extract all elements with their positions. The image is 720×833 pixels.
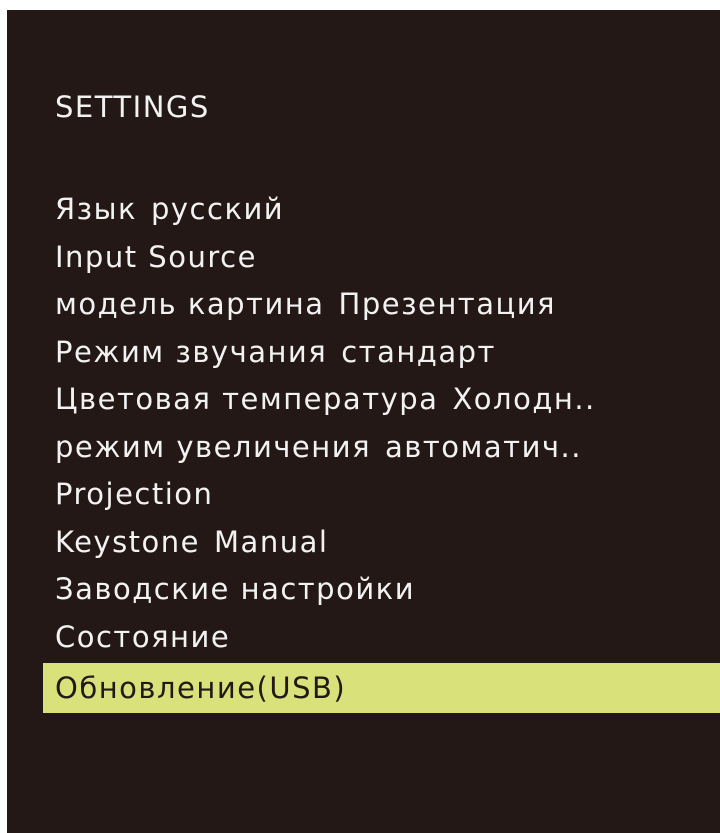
- menu-item-input-source[interactable]: Input Source: [43, 234, 720, 282]
- menu-item-projection[interactable]: Projection: [43, 471, 720, 519]
- menu-item-label: Режим звучания: [55, 334, 328, 369]
- menu-item-label: Заводские настройки: [55, 572, 416, 606]
- menu-item-label: Projection: [55, 477, 214, 511]
- menu-item-value: Manual: [214, 524, 329, 559]
- menu-item-color-temperature[interactable]: Цветовая температура Холодн..: [43, 376, 720, 424]
- menu-item-factory-reset[interactable]: Заводские настройки: [43, 566, 720, 614]
- menu-item-label: модель картина: [55, 287, 325, 321]
- menu-item-label: Состояние: [55, 619, 231, 654]
- menu-item-value: русский: [150, 192, 285, 226]
- menu-item-picture-mode[interactable]: модель картина Презентация: [43, 281, 720, 329]
- menu-title: SETTINGS: [55, 90, 210, 124]
- menu-item-usb-update[interactable]: Обновление(USB): [43, 663, 720, 713]
- menu-item-label: Язык: [55, 192, 137, 226]
- menu-item-sound-mode[interactable]: Режим звучания стандарт: [43, 329, 720, 377]
- menu-item-value: Презентация: [338, 287, 557, 321]
- menu-item-keystone[interactable]: Keystone Manual: [43, 519, 720, 567]
- menu-item-value: стандарт: [341, 334, 496, 369]
- menu-item-label: Обновление(USB): [55, 671, 347, 705]
- menu-item-value: автоматич..: [385, 429, 582, 464]
- settings-menu-panel: SETTINGS Язык русский Input Source модель…: [7, 10, 720, 833]
- menu-item-language[interactable]: Язык русский: [43, 186, 720, 234]
- menu-item-label: Цветовая температура: [55, 382, 439, 416]
- menu-item-label: Keystone: [55, 524, 201, 559]
- settings-list: Язык русский Input Source модель картина П…: [43, 186, 720, 713]
- menu-item-value: Холодн..: [452, 382, 596, 416]
- menu-item-label: Input Source: [55, 239, 257, 274]
- menu-item-zoom-mode[interactable]: режим увеличения автоматич..: [43, 424, 720, 472]
- menu-item-status[interactable]: Состояние: [43, 614, 720, 662]
- menu-item-label: режим увеличения: [55, 429, 372, 464]
